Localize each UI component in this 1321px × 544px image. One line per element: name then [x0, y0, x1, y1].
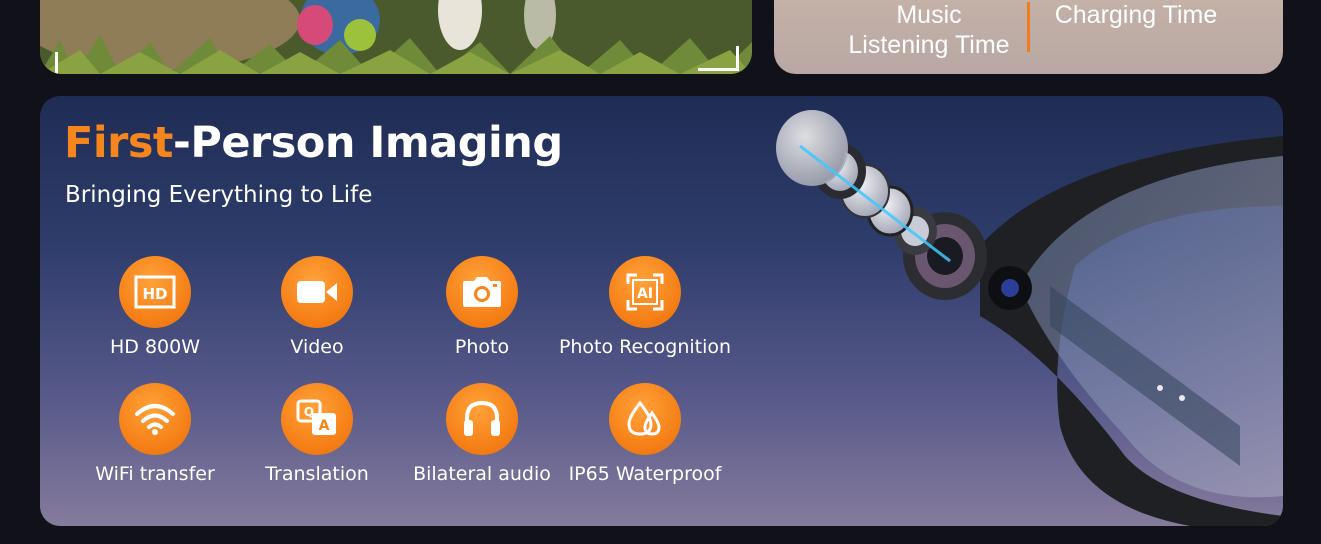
feature-label: HD 800W [109, 336, 200, 358]
hd-icon: HD [119, 256, 191, 328]
spec-divider [1027, 2, 1030, 52]
music-listening-time-label: Music Listening Time [848, 1, 1010, 59]
svg-text:AI: AI [637, 286, 653, 302]
camera-icon [446, 256, 518, 328]
feature-waterproof: IP65 Waterproof [555, 383, 735, 485]
frame-corner-bottom-right [698, 46, 739, 71]
wifi-icon [119, 383, 191, 455]
feature-hd: HD HD 800W [65, 256, 245, 358]
title-accent: First [64, 118, 173, 168]
product-photo-card [40, 0, 752, 74]
panel-subtitle: Bringing Everything to Life [65, 182, 373, 208]
feature-label: Photo Recognition [558, 336, 732, 358]
svg-text:HD: HD [142, 285, 167, 303]
feature-translation: QA Translation [227, 383, 407, 485]
imaging-feature-panel: First-Person Imaging Bringing Everything… [40, 96, 1283, 526]
feature-label: IP65 Waterproof [568, 463, 722, 485]
frame-corner-bottom-left [55, 52, 96, 74]
feature-label: Photo [454, 336, 510, 358]
video-camera-icon [281, 256, 353, 328]
translation-icon: QA [281, 383, 353, 455]
feature-photo-recognition: AI Photo Recognition [555, 256, 735, 358]
feature-label: Translation [265, 463, 369, 485]
panel-title: First-Person Imaging [64, 118, 563, 168]
svg-text:A: A [319, 418, 330, 434]
feature-video: Video [227, 256, 407, 358]
feature-label: Video [290, 336, 344, 358]
charging-time-label: Charging Time [1054, 1, 1218, 29]
title-rest: -Person Imaging [172, 118, 563, 168]
grass-photo [40, 0, 752, 74]
spec-card: Music Listening Time Charging Time [774, 0, 1283, 74]
water-drops-icon [609, 383, 681, 455]
smart-glasses-image [776, 110, 1283, 526]
feature-photo: Photo [392, 256, 572, 358]
feature-label: Bilateral audio [413, 463, 551, 485]
ai-scan-icon: AI [609, 256, 681, 328]
feature-bilateral-audio: Bilateral audio [392, 383, 572, 485]
feature-wifi: WiFi transfer [65, 383, 245, 485]
headphones-icon [446, 383, 518, 455]
feature-label: WiFi transfer [95, 463, 215, 485]
